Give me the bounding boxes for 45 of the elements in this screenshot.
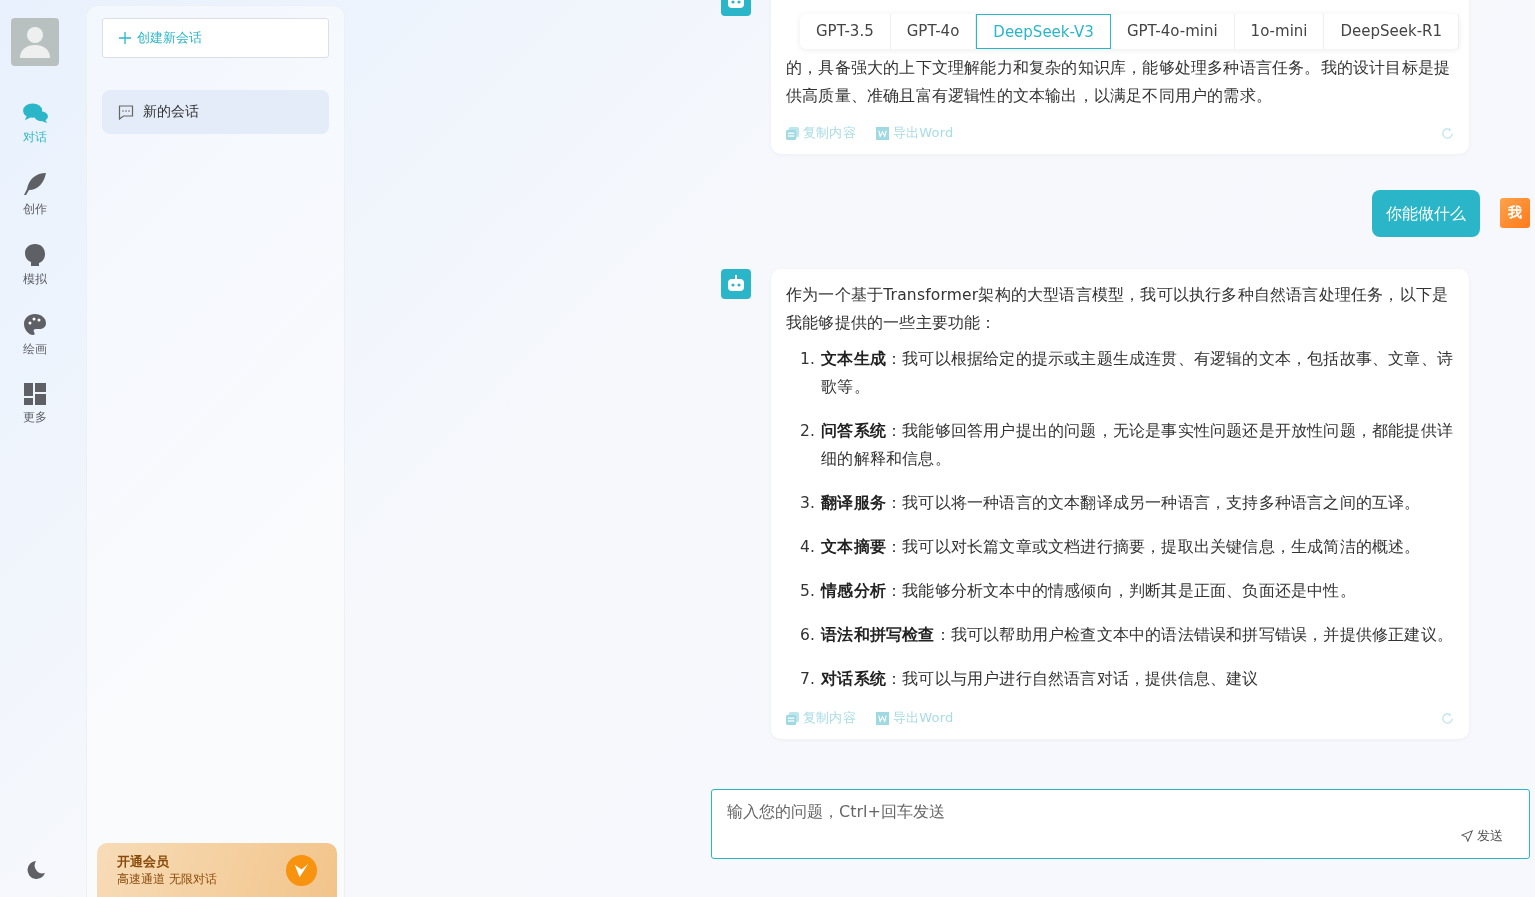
user-avatar-badge: 我 — [1500, 198, 1530, 228]
send-button[interactable]: 发送 — [1455, 826, 1509, 846]
question-input[interactable]: 输入您的问题，Ctrl+回车发送 发送 — [711, 789, 1530, 859]
list-number: 4. — [800, 537, 816, 558]
vip-banner[interactable]: 开通会员 高速通道 无限对话 — [97, 843, 337, 897]
word-document-icon — [875, 711, 889, 725]
nav-item[interactable]: 创作 — [21, 171, 49, 217]
nav-item[interactable]: 更多 — [21, 383, 49, 425]
palette-icon — [23, 313, 47, 337]
list-item-text: 文本生成：我可以根据给定的提示或主题生成连贯、有逻辑的文本，包括故事、文章、诗歌等。 — [821, 349, 1454, 398]
list-item-text: 问答系统：我能够回答用户提出的问题，无论是事实性问题还是开放性问题，都能提供详细的解释和信息。 — [821, 421, 1454, 470]
v-badge-icon — [286, 854, 317, 886]
list-item-text: 文本摘要：我可以对长篇文章或文档进行摘要，提取出关键信息，生成简洁的概述。 — [821, 537, 1421, 558]
list-number: 2. — [800, 421, 816, 442]
robot-avatar-icon — [721, 269, 751, 299]
nav-item[interactable]: 绘画 — [21, 313, 49, 357]
refresh-icon[interactable] — [1441, 126, 1454, 140]
feather-icon — [22, 171, 48, 197]
refresh-icon[interactable] — [1441, 711, 1454, 725]
copy-icon — [786, 126, 799, 140]
copy-icon — [786, 711, 799, 725]
vip-title: 开通会员 — [117, 852, 170, 871]
list-number: 5. — [800, 581, 816, 602]
grid-icon — [24, 383, 46, 405]
list-item-text: 情感分析：我能够分析文本中的情感倾向，判断其是正面、负面还是中性。 — [821, 581, 1356, 602]
nav-item[interactable]: 模拟 — [21, 243, 49, 287]
list-item-text: 对话系统：我可以与用户进行自然语言对话，提供信息、建议 — [821, 669, 1259, 690]
chat-bubbles-icon — [21, 102, 49, 125]
message-text: 的，具备强大的上下文理解能力和复杂的知识库，能够处理多种语言任务。我的设计目标是提供高质量、准确且富有逻辑性的文本输出，以满足不同用户的需求。 — [786, 58, 1452, 107]
user-message: 你能做什么 — [1372, 190, 1480, 237]
vip-subtitle: 高速通道 无限对话 — [117, 870, 217, 888]
list-number: 6. — [800, 625, 816, 646]
send-icon — [1461, 830, 1473, 842]
word-document-icon — [875, 126, 889, 140]
message-text: 作为一个基于Transformer架构的大型语言模型，我可以执行多种自然语言处理任务，以下是我能够提供的一些主要功能： — [786, 285, 1450, 334]
user-avatar[interactable] — [11, 18, 59, 66]
list-number: 7. — [800, 669, 816, 690]
conversation-item[interactable]: 新的会话 — [102, 90, 329, 134]
list-number: 3. — [800, 493, 816, 514]
message-icon — [118, 104, 134, 120]
plus-icon — [119, 32, 131, 44]
list-number: 1. — [800, 349, 816, 370]
list-item-text: 翻译服务：我可以将一种语言的文本翻译成另一种语言，支持多种语言之间的互译。 — [821, 493, 1421, 514]
input-placeholder: 输入您的问题，Ctrl+回车发送 — [727, 802, 946, 823]
list-item-text: 语法和拼写检查：我可以帮助用户检查文本中的语法错误和拼写错误，并提供修正建议。 — [821, 625, 1453, 646]
